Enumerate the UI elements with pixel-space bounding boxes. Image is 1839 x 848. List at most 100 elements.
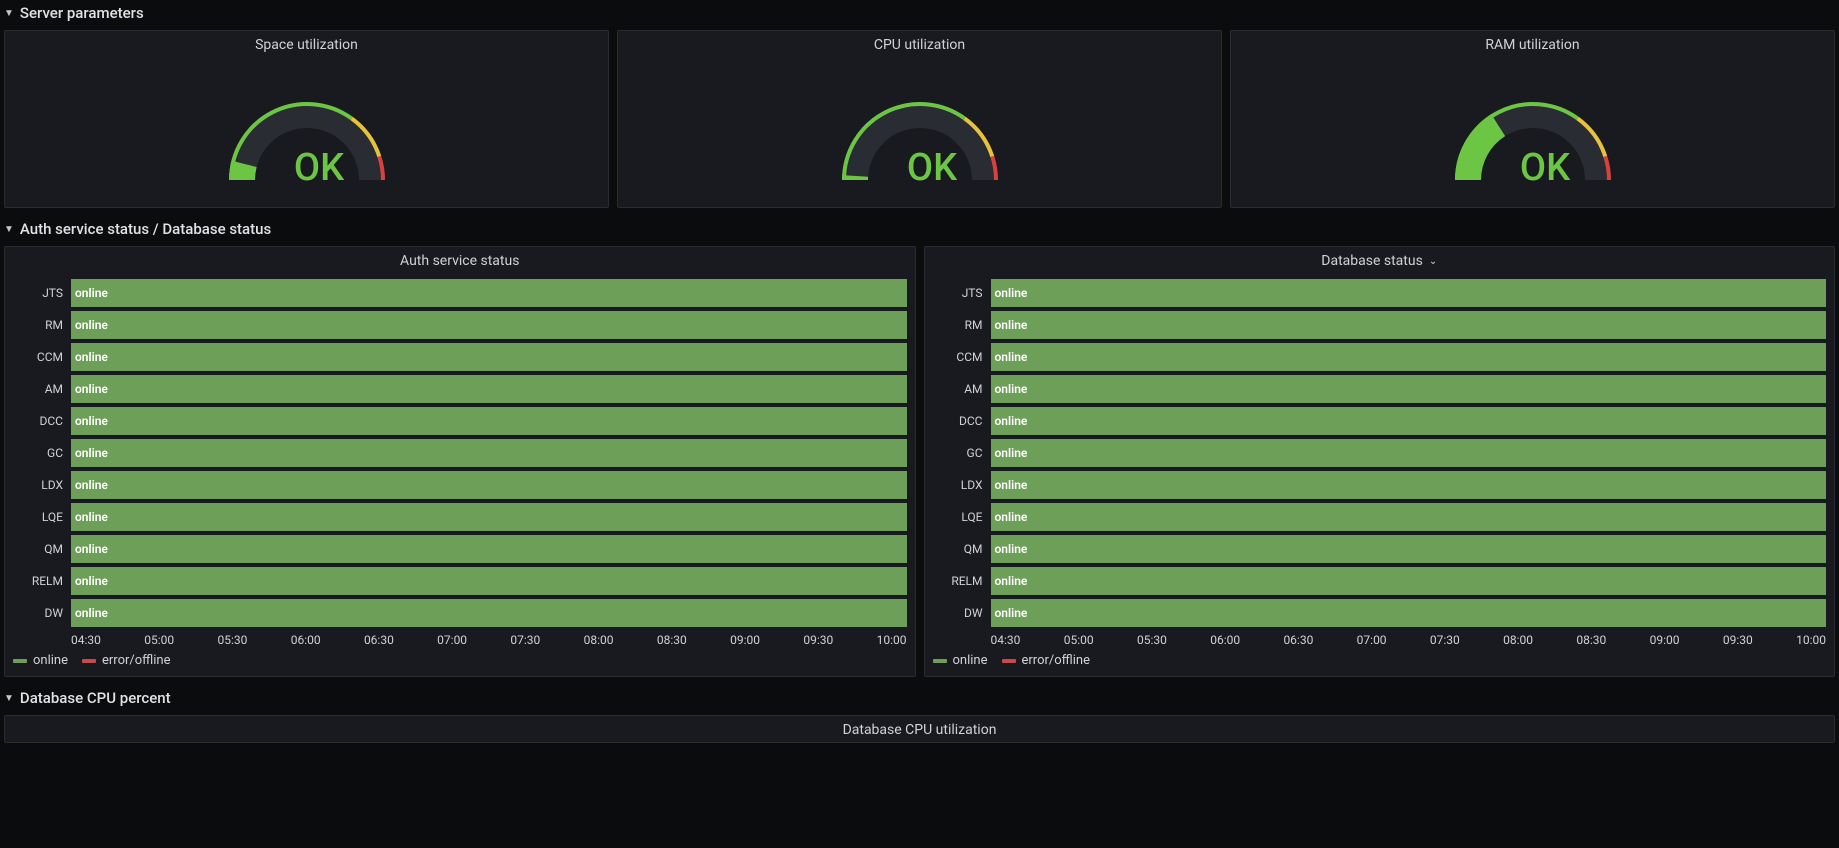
- gauge-panel[interactable]: CPU utilization OK: [617, 30, 1222, 208]
- panel-title-text: Auth service status: [400, 253, 519, 269]
- gauge-panel[interactable]: Space utilization OK: [4, 30, 609, 208]
- status-row-bar[interactable]: online: [71, 311, 907, 339]
- gauge-panel[interactable]: RAM utilization OK: [1230, 30, 1835, 208]
- x-axis-tick: 06:30: [1283, 633, 1313, 647]
- section-title: Auth service status / Database status: [20, 220, 271, 238]
- x-axis-tick: 06:00: [291, 633, 321, 647]
- x-axis-tick: 06:00: [1210, 633, 1240, 647]
- section-header-db-cpu[interactable]: ▼ Database CPU percent: [0, 685, 1839, 715]
- status-row-bar[interactable]: online: [991, 439, 1827, 467]
- status-row-bar[interactable]: online: [71, 375, 907, 403]
- status-row-value: online: [995, 286, 1028, 300]
- status-row-value: online: [995, 382, 1028, 396]
- status-row-value: online: [995, 318, 1028, 332]
- x-axis-tick: 05:30: [217, 633, 247, 647]
- status-row-bar[interactable]: online: [991, 407, 1827, 435]
- x-axis-tick: 09:30: [803, 633, 833, 647]
- legend-item[interactable]: error/offline: [82, 653, 171, 668]
- status-row-label: CCM: [13, 343, 71, 371]
- status-row-label: DW: [13, 599, 71, 627]
- status-row-label: QM: [13, 535, 71, 563]
- x-axis-tick: 07:00: [1357, 633, 1387, 647]
- x-axis-tick: 08:30: [657, 633, 687, 647]
- status-row-label: LDX: [13, 471, 71, 499]
- status-row-value: online: [75, 574, 108, 588]
- status-row-value: online: [995, 478, 1028, 492]
- status-row-value: online: [995, 542, 1028, 556]
- panel-title: RAM utilization: [1231, 31, 1834, 57]
- x-axis-tick: 09:00: [1650, 633, 1680, 647]
- chevron-down-icon: ▼: [4, 224, 14, 235]
- chevron-down-icon: ▼: [4, 8, 14, 19]
- gauge: OK: [217, 85, 397, 199]
- status-row-label: QM: [933, 535, 991, 563]
- status-row-bar[interactable]: online: [991, 599, 1827, 627]
- status-row-label: AM: [13, 375, 71, 403]
- x-axis: 04:3005:0005:3006:0006:3007:0007:3008:00…: [991, 633, 1827, 647]
- status-row-value: online: [995, 606, 1028, 620]
- status-row-bar[interactable]: online: [71, 503, 907, 531]
- gauge: OK: [1443, 85, 1623, 199]
- status-row-value: online: [75, 446, 108, 460]
- legend-label: online: [953, 653, 988, 668]
- status-row-label: JTS: [933, 279, 991, 307]
- section-header-server-parameters[interactable]: ▼ Server parameters: [0, 0, 1839, 30]
- status-row-bar[interactable]: online: [991, 567, 1827, 595]
- status-row-value: online: [75, 478, 108, 492]
- status-row-value: online: [75, 606, 108, 620]
- database-cpu-utilization-panel[interactable]: Database CPU utilization: [4, 715, 1835, 743]
- gauge-status-text: OK: [906, 146, 957, 190]
- section-header-auth-db[interactable]: ▼ Auth service status / Database status: [0, 216, 1839, 246]
- legend-swatch: [933, 659, 947, 663]
- status-row-bar[interactable]: online: [71, 535, 907, 563]
- status-row-bar[interactable]: online: [71, 343, 907, 371]
- status-row-value: online: [995, 414, 1028, 428]
- status-row-bar[interactable]: online: [71, 279, 907, 307]
- status-row-bar[interactable]: online: [991, 503, 1827, 531]
- status-row-bar[interactable]: online: [991, 471, 1827, 499]
- status-row-bar[interactable]: online: [991, 279, 1827, 307]
- chevron-down-icon[interactable]: ⌄: [1429, 256, 1437, 267]
- status-row-label: CCM: [933, 343, 991, 371]
- legend-label: online: [33, 653, 68, 668]
- status-row-value: online: [995, 574, 1028, 588]
- panel-title-text: Database status: [1321, 253, 1423, 269]
- status-row-value: online: [75, 542, 108, 556]
- legend-item[interactable]: online: [933, 653, 988, 668]
- status-row-bar[interactable]: online: [991, 375, 1827, 403]
- status-row-label: AM: [933, 375, 991, 403]
- status-row: Auth service status JTSonlineRMonlineCCM…: [0, 246, 1839, 685]
- legend-item[interactable]: error/offline: [1002, 653, 1091, 668]
- status-row-label: RELM: [933, 567, 991, 595]
- section-title: Server parameters: [20, 4, 144, 22]
- x-axis-tick: 05:30: [1137, 633, 1167, 647]
- status-row-value: online: [75, 286, 108, 300]
- legend-swatch: [82, 659, 96, 663]
- status-row-label: DCC: [933, 407, 991, 435]
- auth-service-status-panel[interactable]: Auth service status JTSonlineRMonlineCCM…: [4, 246, 916, 677]
- status-row-label: RM: [13, 311, 71, 339]
- status-row-bar[interactable]: online: [71, 471, 907, 499]
- status-row-value: online: [75, 350, 108, 364]
- status-row-bar[interactable]: online: [71, 439, 907, 467]
- x-axis-tick: 07:30: [1430, 633, 1460, 647]
- legend: online error/offline: [933, 653, 1827, 668]
- status-row-bar[interactable]: online: [71, 407, 907, 435]
- legend-item[interactable]: online: [13, 653, 68, 668]
- panel-title: Database status ⌄: [933, 253, 1827, 279]
- status-row-bar[interactable]: online: [991, 311, 1827, 339]
- status-row-bar[interactable]: online: [71, 567, 907, 595]
- status-row-bar[interactable]: online: [991, 343, 1827, 371]
- x-axis: 04:3005:0005:3006:0006:3007:0007:3008:00…: [71, 633, 907, 647]
- x-axis-tick: 08:30: [1576, 633, 1606, 647]
- status-row-bar[interactable]: online: [71, 599, 907, 627]
- gauge-status-text: OK: [293, 146, 344, 190]
- x-axis-tick: 10:00: [877, 633, 907, 647]
- x-axis-tick: 05:00: [144, 633, 174, 647]
- status-row-value: online: [995, 510, 1028, 524]
- status-row-label: GC: [13, 439, 71, 467]
- gauge-svg: OK: [1443, 85, 1623, 195]
- database-status-panel[interactable]: Database status ⌄ JTSonlineRMonlineCCMon…: [924, 246, 1836, 677]
- status-row-value: online: [995, 446, 1028, 460]
- status-row-bar[interactable]: online: [991, 535, 1827, 563]
